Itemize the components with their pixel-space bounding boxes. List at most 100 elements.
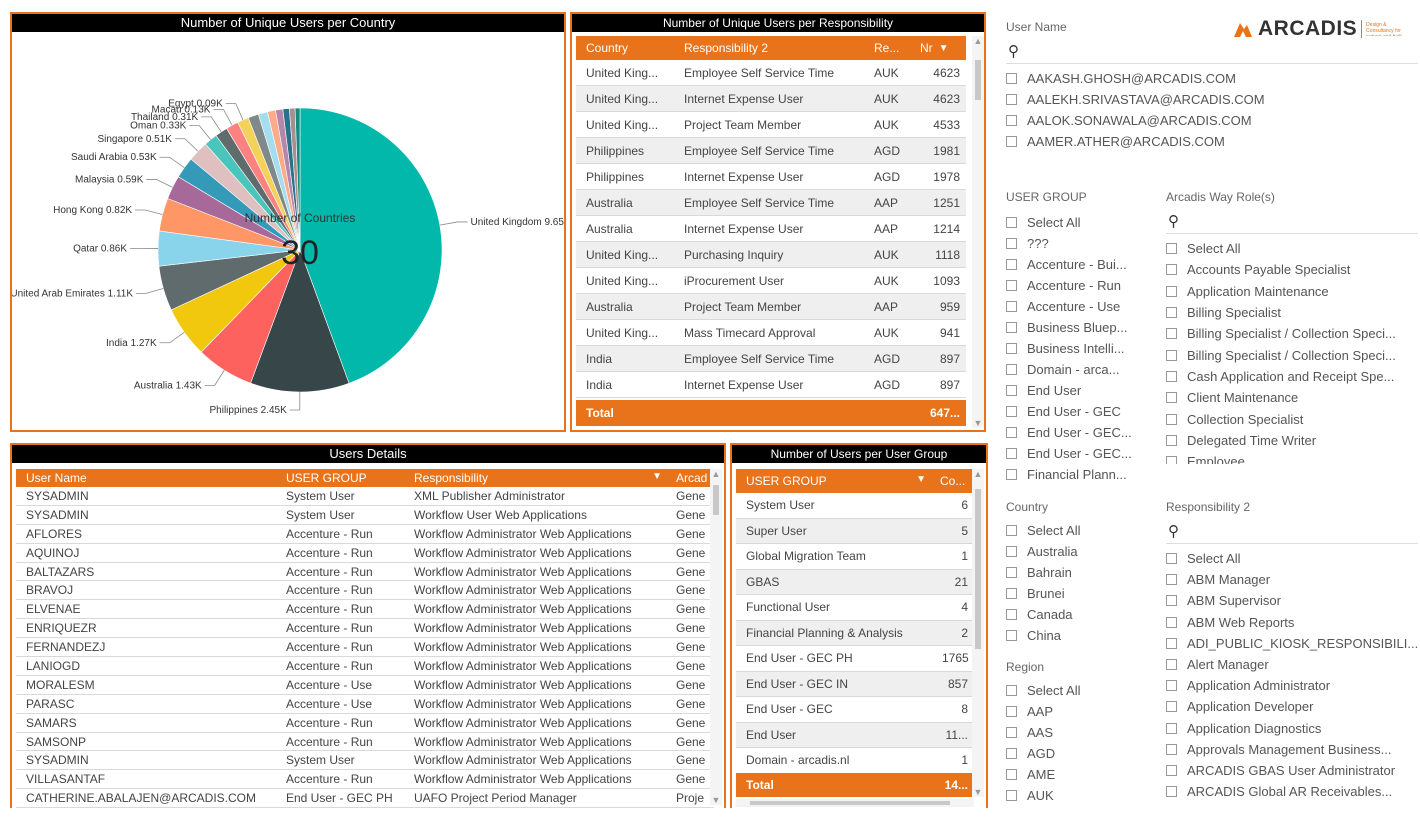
table-row[interactable]: End User11... <box>736 723 974 749</box>
slicer-item[interactable]: ABM Manager <box>1166 569 1418 590</box>
table-row[interactable]: Global Migration Team1 <box>736 544 974 570</box>
table-row[interactable]: PhilippinesEmployee Self Service TimeAGD… <box>576 138 966 164</box>
table-row[interactable]: MORALESMAccenture - UseWorkflow Administ… <box>16 676 714 695</box>
scroll-up-icon[interactable]: ▲ <box>972 36 984 46</box>
checkbox[interactable] <box>1006 448 1017 459</box>
slicer-item[interactable]: AME <box>1006 764 1156 785</box>
checkbox[interactable] <box>1166 786 1177 797</box>
slicer-item[interactable]: Alert Manager <box>1166 654 1418 675</box>
table-row[interactable]: BALTAZARSAccenture - RunWorkflow Adminis… <box>16 563 714 582</box>
checkbox[interactable] <box>1006 706 1017 717</box>
col-responsibility[interactable]: Responsibility ▼ <box>404 471 670 485</box>
slicer-item[interactable]: ARCADIS Global AR Receivables... <box>1166 781 1418 802</box>
pie-chart[interactable]: United Kingdom 9.65KPhilippines 2.45KAus… <box>12 32 564 430</box>
scroll-down-icon[interactable]: ▼ <box>972 787 984 797</box>
checkbox[interactable] <box>1006 238 1017 249</box>
slicer-item[interactable]: End User - GEC... <box>1006 422 1156 443</box>
slicer-item[interactable]: Collection Specialist <box>1166 408 1418 429</box>
checkbox[interactable] <box>1006 609 1017 620</box>
slicer-item[interactable]: AUK <box>1006 785 1156 806</box>
checkbox[interactable] <box>1006 469 1017 480</box>
slicer-item[interactable]: Select All <box>1166 548 1418 569</box>
slicer-item[interactable]: Cash Application and Receipt Spe... <box>1166 366 1418 387</box>
table-row[interactable]: United King...Purchasing InquiryAUK1118 <box>576 242 966 268</box>
slicer-item[interactable]: AAS <box>1006 722 1156 743</box>
checkbox[interactable] <box>1006 94 1017 105</box>
slicer-item[interactable]: AAMIR.SHAHZAD@ARCADIS.COM <box>1006 152 1418 154</box>
slicer-item[interactable]: Employee <box>1166 451 1418 464</box>
scroll-thumb[interactable] <box>713 485 719 515</box>
checkbox[interactable] <box>1166 286 1177 297</box>
table-row[interactable]: AustraliaInternet Expense UserAAP1214 <box>576 216 966 242</box>
slicer-item[interactable]: Billing Specialist <box>1166 302 1418 323</box>
table-row[interactable]: System User6 <box>736 493 974 519</box>
col-arcadis[interactable]: Arcad <box>670 471 714 485</box>
table-row[interactable]: FERNANDEZJAccenture - RunWorkflow Admini… <box>16 638 714 657</box>
checkbox[interactable] <box>1166 435 1177 446</box>
checkbox[interactable] <box>1006 115 1017 126</box>
slicer-item[interactable]: AALEKH.SRIVASTAVA@ARCADIS.COM <box>1006 89 1418 110</box>
col-user-name[interactable]: User Name <box>16 471 276 485</box>
slicer-item[interactable]: Accounts Payable Specialist <box>1166 259 1418 280</box>
checkbox[interactable] <box>1006 630 1017 641</box>
table-row[interactable]: SAMARSAccenture - RunWorkflow Administra… <box>16 714 714 733</box>
checkbox[interactable] <box>1166 307 1177 318</box>
checkbox[interactable] <box>1006 322 1017 333</box>
checkbox[interactable] <box>1166 456 1177 464</box>
checkbox[interactable] <box>1006 525 1017 536</box>
checkbox[interactable] <box>1006 727 1017 738</box>
scroll-up-icon[interactable]: ▲ <box>710 469 722 479</box>
checkbox[interactable] <box>1006 790 1017 801</box>
checkbox[interactable] <box>1006 301 1017 312</box>
table-row[interactable]: ENRIQUEZRAccenture - RunWorkflow Adminis… <box>16 619 714 638</box>
user-group-table-scrollbar[interactable]: ▲ ▼ <box>972 469 984 797</box>
checkbox[interactable] <box>1166 414 1177 425</box>
responsibility-table-scrollbar[interactable]: ▲ ▼ <box>972 36 984 428</box>
slicer-item[interactable]: Billing Specialist / Collection Speci... <box>1166 344 1418 365</box>
slicer-item[interactable]: Delegated Time Writer <box>1166 430 1418 451</box>
checkbox[interactable] <box>1166 371 1177 382</box>
table-row[interactable]: United King...Internet Expense UserAUK46… <box>576 86 966 112</box>
checkbox[interactable] <box>1166 638 1177 649</box>
slicer-item[interactable]: Application Diagnostics <box>1166 718 1418 739</box>
slicer-item[interactable]: Application Maintenance <box>1166 281 1418 302</box>
scroll-down-icon[interactable]: ▼ <box>710 795 722 805</box>
checkbox[interactable] <box>1006 280 1017 291</box>
slicer-item[interactable]: Canada <box>1006 604 1156 625</box>
checkbox[interactable] <box>1166 553 1177 564</box>
slicer-item[interactable]: Bahrain <box>1006 562 1156 583</box>
slicer-item[interactable]: Brunei <box>1006 583 1156 604</box>
checkbox[interactable] <box>1006 406 1017 417</box>
table-row[interactable]: United King...Project Team MemberAUK4533 <box>576 112 966 138</box>
slicer-item[interactable]: Business Bluep... <box>1006 317 1156 338</box>
slicer-item[interactable]: AGD <box>1006 743 1156 764</box>
table-row[interactable]: PARASCAccenture - UseWorkflow Administra… <box>16 695 714 714</box>
slicer-item[interactable]: ADI_PUBLIC_KIOSK_RESPONSIBILI... <box>1166 633 1418 654</box>
table-row[interactable]: AustraliaProject Team MemberAAP959 <box>576 294 966 320</box>
scroll-thumb[interactable] <box>975 489 981 649</box>
table-row[interactable]: United King...Employee Self Service Time… <box>576 60 966 86</box>
table-row[interactable]: LANIOGDAccenture - RunWorkflow Administr… <box>16 657 714 676</box>
table-row[interactable]: AustraliaEmployee Self Service TimeAAP12… <box>576 190 966 216</box>
slicer-item[interactable]: Accenture - Bui... <box>1006 254 1156 275</box>
slicer-item[interactable]: Business Intelli... <box>1006 338 1156 359</box>
table-row[interactable]: GBAS21 <box>736 570 974 596</box>
table-row[interactable]: PhilippinesInternet Expense UserAGD1978 <box>576 164 966 190</box>
table-row[interactable]: SYSADMINSystem UserXML Publisher Adminis… <box>16 487 714 506</box>
horizontal-scrollbar[interactable] <box>736 799 974 807</box>
scroll-thumb[interactable] <box>750 801 950 805</box>
checkbox[interactable] <box>1166 392 1177 403</box>
table-row[interactable]: IndiaInternet Expense UserAGD897 <box>576 372 966 398</box>
checkbox[interactable] <box>1006 343 1017 354</box>
table-row[interactable]: United King...iProcurement UserAUK1093 <box>576 268 966 294</box>
table-row[interactable]: Super User5 <box>736 519 974 545</box>
checkbox[interactable] <box>1166 744 1177 755</box>
checkbox[interactable] <box>1166 723 1177 734</box>
checkbox[interactable] <box>1006 588 1017 599</box>
table-row[interactable]: End User - GEC8 <box>736 697 974 723</box>
col-country[interactable]: Country <box>576 41 674 55</box>
checkbox[interactable] <box>1006 567 1017 578</box>
table-row[interactable]: SAMSONPAccenture - RunWorkflow Administr… <box>16 733 714 752</box>
table-row[interactable]: AFLORESAccenture - RunWorkflow Administr… <box>16 525 714 544</box>
scroll-thumb[interactable] <box>975 60 981 100</box>
